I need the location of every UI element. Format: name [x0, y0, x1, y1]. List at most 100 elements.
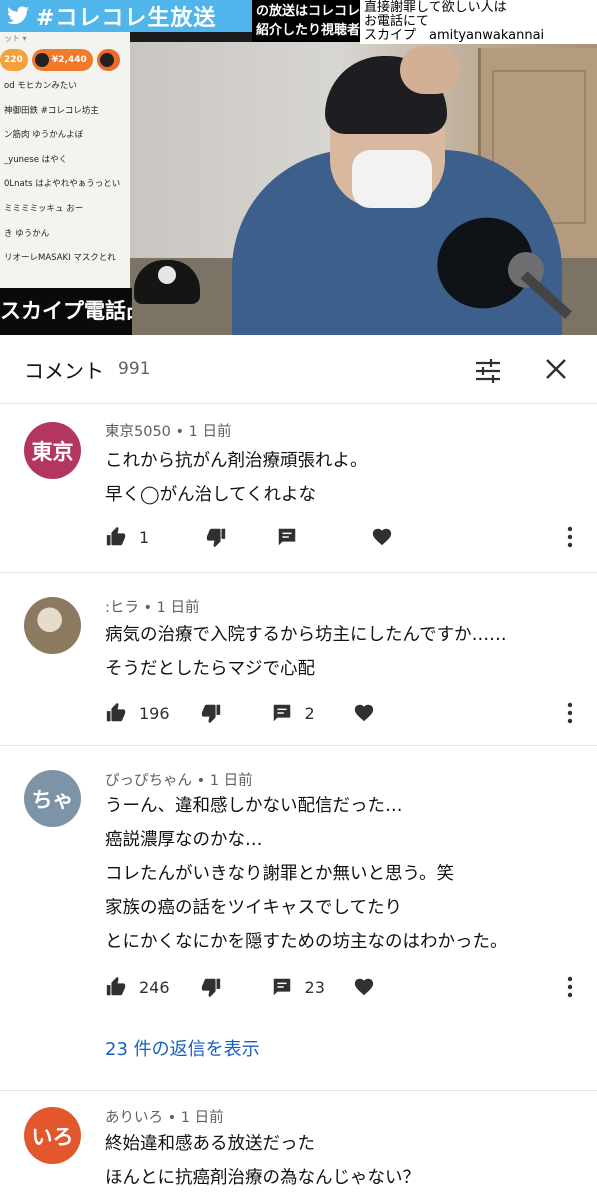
heart-button[interactable] [353, 976, 375, 998]
comment-line: 早く◯がん治してくれよな [105, 485, 317, 505]
comment-item: いろ ありいろ • 1 日前 終始違和感ある放送だった ほんとに抗癌剤治療の為な… [0, 1091, 597, 1200]
super-chat-chip: 220 [0, 49, 28, 71]
comment-item: 東京 東京5050 • 1 日前 これから抗がん剤治療頑張れよ。 早く◯がん治し… [0, 404, 597, 573]
comment-line: とにかくなにかを隠すための坊主なのはわかった。 [105, 932, 508, 952]
comment-text: 病気の治療で入院するから坊主にしたんですか…… そうだとしたらマジで心配 [105, 618, 507, 686]
comment-author: ぴっぴちゃん • 1 日前 [105, 773, 253, 789]
live-chat-panel: ット ▾ 220 ¥2,440 od モヒカンみたい 神御田鉄 #コレコレ坊主 … [0, 32, 130, 288]
like-count: 196 [139, 703, 170, 723]
avatar[interactable]: 東京 [24, 422, 81, 479]
overlay-caption-black: の放送はコレコレ 紹介したり視聴者 [252, 0, 360, 42]
overlay-black-line: の放送はコレコレ [256, 4, 360, 19]
avatar[interactable]: ちゃ [24, 770, 81, 827]
chat-message: ミミミミッキュ おー [4, 203, 84, 214]
comment-line: コレたんがいきなり謝罪とか無いと思う。笑 [105, 864, 454, 884]
overlay-caption-white: 直接謝罪して欲しい人は お電話にて スカイプ amityanwakannai [360, 0, 597, 44]
chat-message: 神御田鉄 #コレコレ坊主 [4, 105, 99, 116]
reply-button[interactable]: 2 [271, 702, 315, 724]
comment-text: うーん、違和感しかない配信だった… 癌説濃厚なのかな… コレたんがいきなり謝罪と… [105, 789, 508, 959]
reply-icon [273, 704, 290, 722]
hashtag-banner: #コレコレ生放送 [0, 0, 252, 32]
skype-banner: スカイプ電話凸 [0, 288, 132, 335]
comment-actions: 1 [105, 522, 393, 552]
streamer-hand [400, 46, 460, 94]
sort-filter-icon[interactable] [474, 357, 502, 385]
heart-button[interactable] [353, 702, 375, 724]
overlay-black-line: 紹介したり視聴者 [256, 23, 360, 38]
comment-actions: 246 23 [105, 972, 375, 1002]
comment-line: これから抗がん剤治療頑張れよ。 [105, 451, 368, 471]
close-icon[interactable] [544, 357, 568, 381]
comment-author: :ヒラ • 1 日前 [105, 600, 200, 616]
comment-line: 家族の癌の話をツイキャスでしてたり [105, 898, 402, 918]
thumbs-down-icon [201, 704, 220, 724]
chat-message: リオーレMASAKI マスクとれ [4, 253, 116, 264]
thumbs-down-icon [207, 528, 226, 548]
comment-item: ちゃ ぴっぴちゃん • 1 日前 うーん、違和感しかない配信だった… 癌説濃厚な… [0, 746, 597, 1091]
more-options-icon[interactable] [560, 701, 580, 725]
heart-button[interactable] [371, 526, 393, 548]
overlay-white-line: お電話にて [364, 14, 430, 29]
comment-text: 終始違和感ある放送だった ほんとに抗癌剤治療の為なんじゃない？ [105, 1127, 420, 1195]
like-button[interactable]: 246 [105, 976, 170, 998]
comment-author: 東京5050 • 1 日前 [105, 424, 232, 440]
reply-count: 23 [304, 977, 325, 997]
like-count: 246 [139, 977, 170, 997]
reply-button[interactable]: 23 [271, 976, 325, 998]
comments-header: コメント 991 [0, 335, 597, 404]
like-button[interactable]: 196 [105, 702, 170, 724]
comment-line: うーん、違和感しかない配信だった… [105, 796, 403, 816]
super-chat-amount: ¥2,440 [52, 55, 87, 65]
like-button[interactable]: 1 [105, 526, 149, 548]
view-replies-link[interactable]: 23 件の返信を表示 [105, 1035, 260, 1061]
chat-avatar [35, 53, 49, 67]
cap-logo [158, 266, 176, 284]
more-options-icon[interactable] [560, 525, 580, 549]
banner-text: #コレコレ生放送 [36, 6, 217, 31]
super-chat-chip: ¥2,440 [32, 49, 93, 71]
heart-icon [373, 528, 392, 546]
overlay-white-line: 直接謝罪して欲しい人は [364, 0, 507, 15]
comment-line: 終始違和感ある放送だった [105, 1134, 315, 1154]
overlay-white-line: スカイプ amityanwakannai [364, 28, 545, 43]
dislike-button[interactable] [200, 702, 222, 724]
reply-icon [278, 528, 296, 546]
reply-button[interactable] [276, 526, 298, 548]
more-options-icon[interactable] [560, 975, 580, 999]
chat-message: od モヒカンみたい [4, 81, 77, 91]
super-chat-chip [96, 49, 120, 71]
chat-message: _yunese はやく [4, 154, 68, 165]
twitter-bird-icon [7, 6, 29, 25]
avatar[interactable]: いろ [24, 1107, 81, 1164]
like-count: 1 [139, 527, 150, 547]
reply-icon [273, 978, 290, 996]
chat-gift-row: 220 ¥2,440 [0, 46, 130, 74]
heart-icon [354, 704, 373, 722]
dislike-button[interactable] [205, 526, 227, 548]
avatar[interactable] [24, 597, 81, 654]
chat-message: き ゆうかん [4, 228, 50, 239]
comment-line: ほんとに抗癌剤治療の為なんじゃない？ [105, 1168, 420, 1188]
comment-item: :ヒラ • 1 日前 病気の治療で入院するから坊主にしたんですか…… そうだとし… [0, 573, 597, 746]
thumbs-up-icon [106, 702, 126, 722]
comment-line: そうだとしたらマジで心配 [105, 659, 315, 679]
comment-line: 病気の治療で入院するから坊主にしたんですか…… [105, 625, 507, 645]
reply-count: 2 [304, 703, 315, 723]
thumbs-up-icon [106, 526, 126, 546]
super-chat-amount: 220 [4, 55, 23, 65]
thumbs-up-icon [106, 976, 126, 996]
dislike-button[interactable] [200, 976, 222, 998]
comment-author: ありいろ • 1 日前 [105, 1110, 224, 1126]
comment-actions: 196 2 [105, 698, 375, 728]
chat-message: ン筋肉 ゆうかんよぼ [4, 130, 84, 141]
chat-top-label: ット ▾ [4, 34, 27, 43]
thumbs-down-icon [201, 978, 220, 998]
chat-message: 0Lnats はよやれやぁうっとい [4, 179, 121, 190]
comments-count: 991 [118, 359, 151, 379]
streamer-mask [352, 150, 432, 208]
comment-line: 癌説濃厚なのかな… [105, 830, 263, 850]
video-player[interactable]: #コレコレ生放送 の放送はコレコレ 紹介したり視聴者 直接謝罪して欲しい人は お… [0, 0, 597, 335]
comment-text: これから抗がん剤治療頑張れよ。 早く◯がん治してくれよな [105, 444, 368, 512]
heart-icon [354, 978, 374, 996]
chat-avatar [99, 53, 114, 67]
